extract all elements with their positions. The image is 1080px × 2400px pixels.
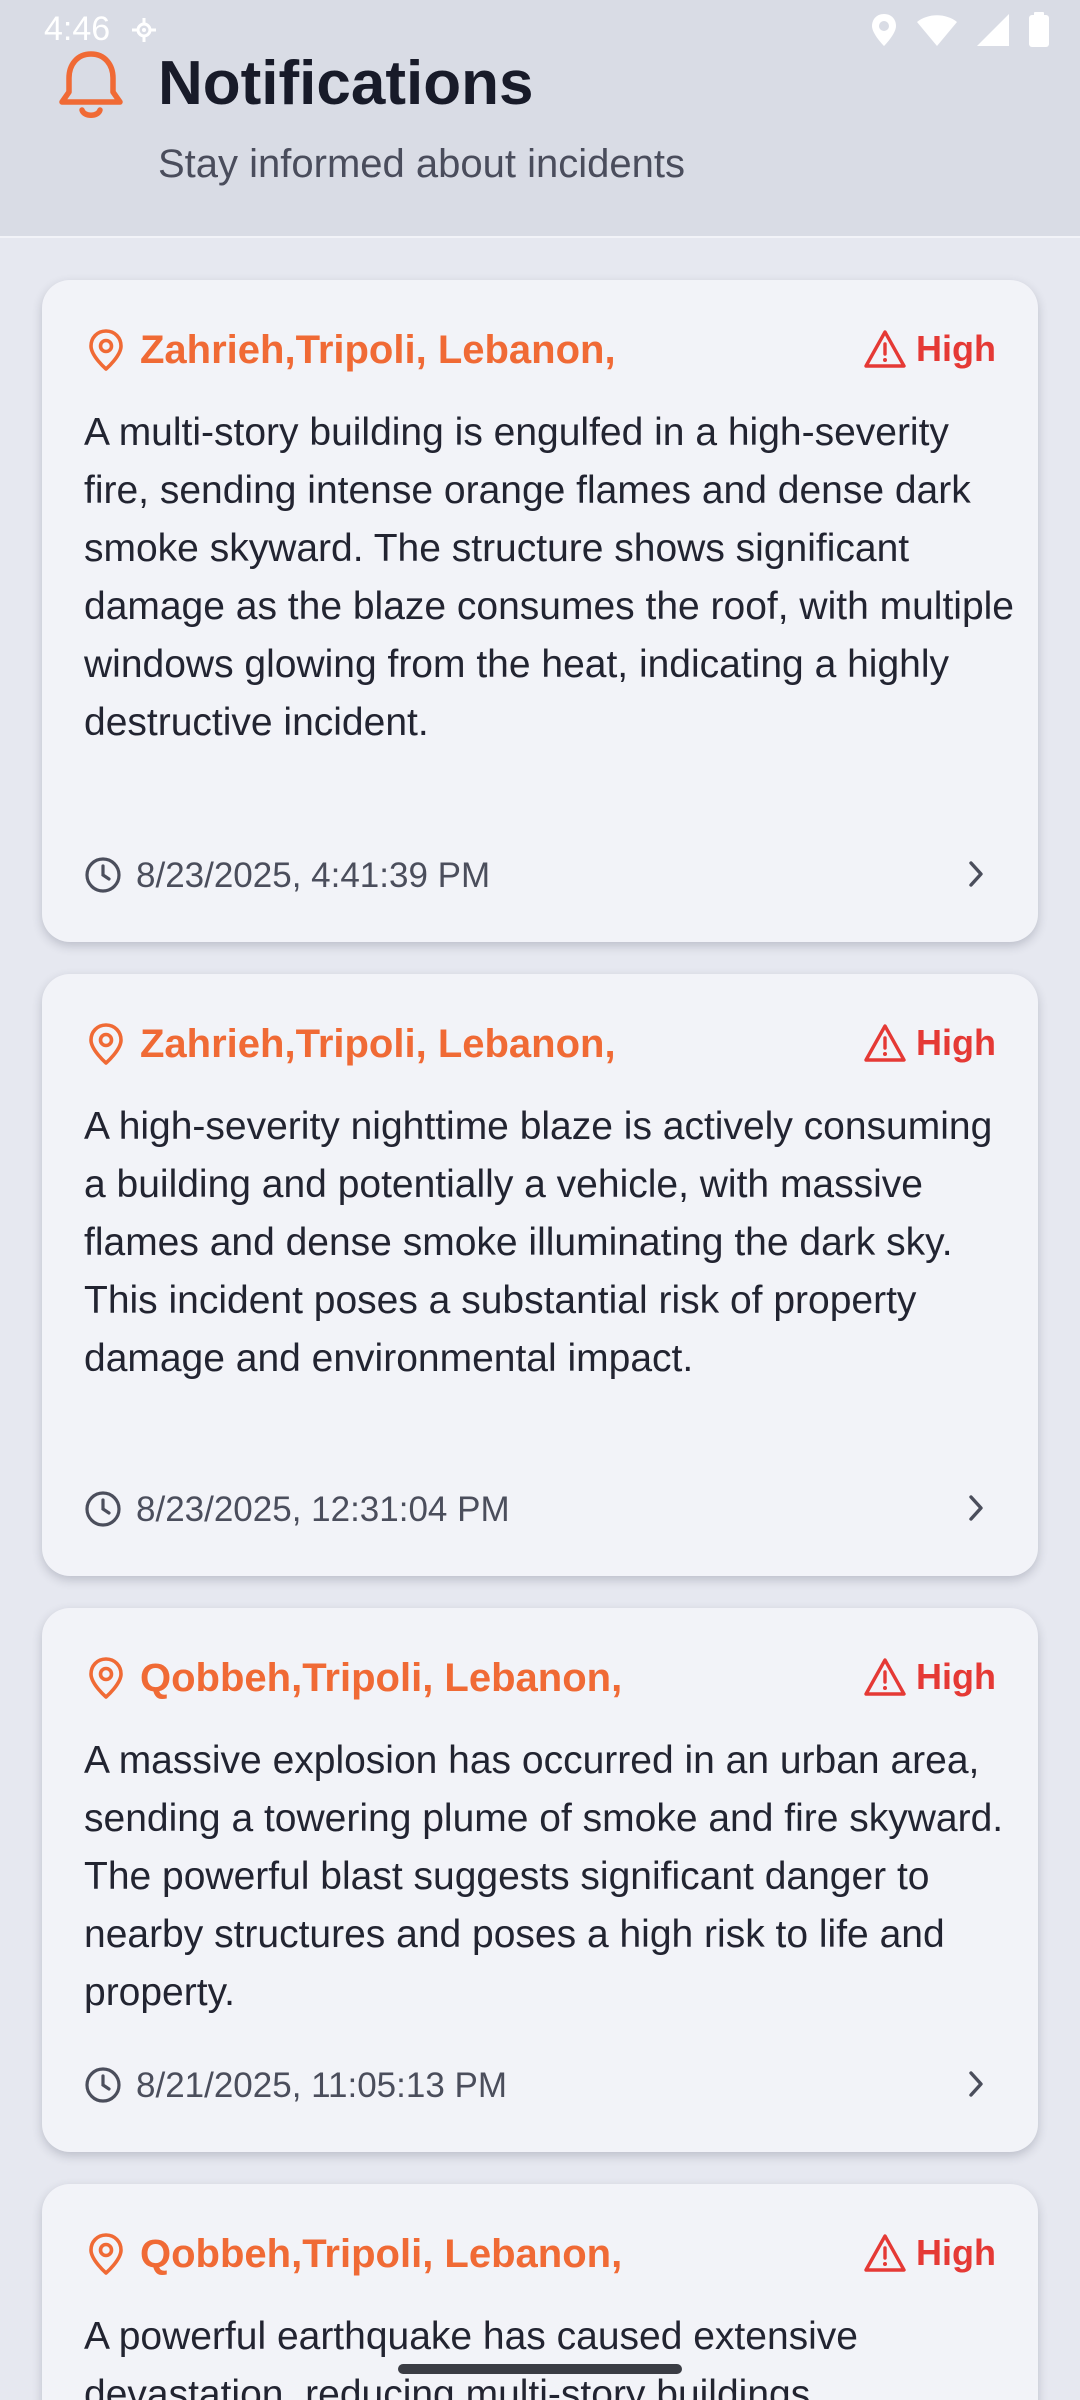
- home-indicator[interactable]: [398, 2364, 682, 2374]
- map-pin-icon: [89, 1657, 123, 1699]
- page-subtitle: Stay informed about incidents: [158, 142, 685, 186]
- clock-icon: [85, 1491, 121, 1527]
- chevron-right-icon[interactable]: [962, 1490, 990, 1526]
- severity-badge: High: [864, 1022, 996, 1064]
- notifications-screen: 4:46 Notifications Stay informed about i…: [0, 0, 1080, 2400]
- clock-icon: [85, 857, 121, 893]
- incident-timestamp: 8/23/2025, 4:41:39 PM: [136, 856, 491, 895]
- wifi-icon: [917, 15, 957, 46]
- header: 4:46 Notifications Stay informed about i…: [0, 0, 1080, 238]
- incident-description: A powerful earthquake has caused extensi…: [84, 2315, 859, 2400]
- warning-icon: [864, 1658, 906, 1696]
- notification-card[interactable]: Qobbeh,Tripoli, Lebanon, High A massive …: [42, 1608, 1038, 2152]
- incident-timestamp: 8/23/2025, 12:31:04 PM: [136, 1490, 510, 1529]
- incident-description: A high-severity nighttime blaze is activ…: [84, 1105, 993, 1380]
- chevron-right-icon[interactable]: [962, 856, 990, 892]
- incident-location: Zahrieh,Tripoli, Lebanon,: [140, 1022, 616, 1066]
- status-icons: [870, 12, 1050, 48]
- severity-label: High: [916, 1022, 996, 1063]
- status-time: 4:46: [44, 10, 111, 48]
- severity-badge: High: [864, 2232, 996, 2274]
- gps-icon: [872, 14, 896, 46]
- severity-badge: High: [864, 1656, 996, 1698]
- incident-description: A multi-story building is engulfed in a …: [84, 411, 1015, 744]
- warning-icon: [864, 330, 906, 368]
- chevron-right-icon[interactable]: [962, 2066, 990, 2102]
- page-title: Notifications: [158, 49, 534, 118]
- incident-location: Qobbeh,Tripoli, Lebanon,: [140, 2232, 623, 2276]
- warning-icon: [864, 1024, 906, 1062]
- severity-badge: High: [864, 328, 996, 370]
- severity-label: High: [916, 328, 996, 369]
- severity-label: High: [916, 2232, 996, 2273]
- clock-icon: [85, 2067, 121, 2103]
- battery-icon: [1029, 12, 1049, 47]
- notification-card[interactable]: Zahrieh,Tripoli, Lebanon, High A high-se…: [42, 974, 1038, 1576]
- notification-card[interactable]: Zahrieh,Tripoli, Lebanon, High A multi-s…: [42, 280, 1038, 942]
- warning-icon: [864, 2234, 906, 2272]
- incident-timestamp: 8/21/2025, 11:05:13 PM: [136, 2066, 508, 2105]
- signal-icon: [977, 14, 1009, 46]
- incident-description: A massive explosion has occurred in an u…: [84, 1739, 1004, 2014]
- incident-location: Qobbeh,Tripoli, Lebanon,: [140, 1656, 623, 1700]
- incident-location: Zahrieh,Tripoli, Lebanon,: [140, 328, 616, 372]
- severity-label: High: [916, 1656, 996, 1697]
- location-status-icon: [132, 18, 156, 42]
- bell-icon: [59, 51, 123, 118]
- map-pin-icon: [89, 329, 123, 371]
- map-pin-icon: [89, 1023, 123, 1065]
- map-pin-icon: [89, 2233, 123, 2275]
